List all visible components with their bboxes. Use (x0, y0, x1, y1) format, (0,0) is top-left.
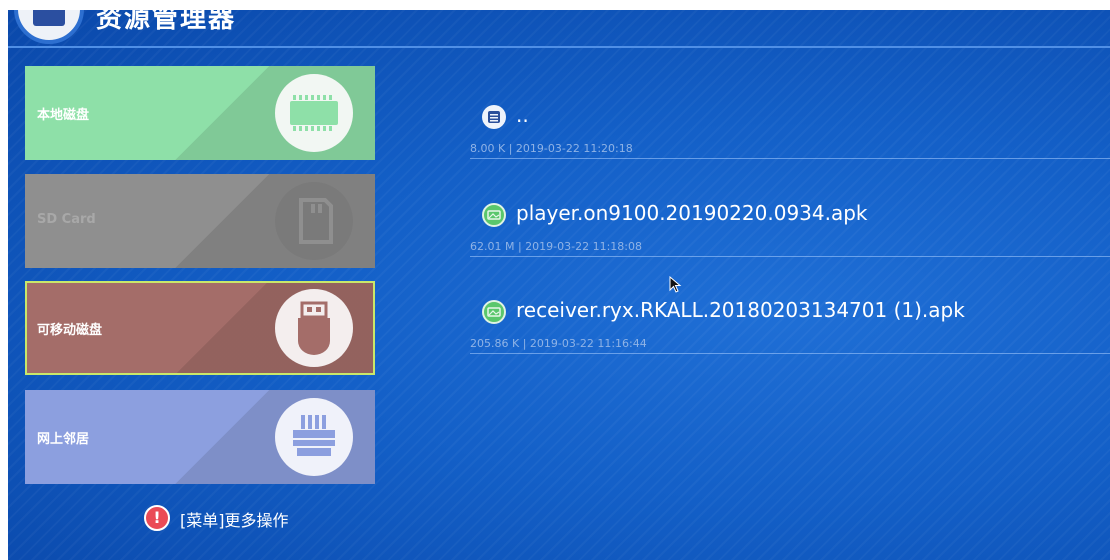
sidebar-item-sd-card[interactable]: SD Card (25, 174, 375, 268)
sidebar-item-label: 可移动磁盘 (37, 323, 103, 338)
sidebar-item-label: 网上邻居 (37, 432, 90, 447)
sidebar-item-label: SD Card (37, 212, 96, 227)
file-meta: 62.01 M | 2019-03-22 11:18:08 (470, 240, 643, 253)
row-divider (470, 353, 1110, 354)
network-adapter-icon (275, 398, 353, 476)
sidebar-item-label: 本地磁盘 (37, 108, 90, 123)
row-divider (470, 256, 1110, 257)
file-name: .. (516, 103, 529, 127)
header-bar: 资源管理器 (8, 10, 1110, 48)
folder-icon (482, 105, 506, 129)
sidebar-item-network[interactable]: 网上邻居 (25, 390, 375, 484)
sidebar-item-removable-disk[interactable]: 可移动磁盘 (25, 281, 375, 375)
file-manager-screen: 资源管理器 本地磁盘 SD Card 可移动磁盘 网上邻居 ! [菜单]更多操作… (8, 10, 1110, 560)
exclamation-icon: ! (144, 505, 170, 531)
usb-drive-icon (275, 289, 353, 367)
file-row-parent[interactable]: .. 8.00 K | 2019-03-22 11:20:18 (470, 103, 1110, 161)
app-logo-icon (14, 10, 84, 44)
memory-chip-icon (275, 74, 353, 152)
sd-card-icon (275, 182, 353, 260)
file-meta: 205.86 K | 2019-03-22 11:16:44 (470, 337, 647, 350)
file-meta: 8.00 K | 2019-03-22 11:20:18 (470, 142, 633, 155)
header-divider (8, 46, 1110, 48)
row-divider (470, 158, 1110, 159)
apk-icon (482, 300, 506, 324)
file-name: receiver.ryx.RKALL.20180203134701 (1).ap… (516, 298, 965, 322)
file-row[interactable]: player.on9100.20190220.0934.apk 62.01 M … (470, 201, 1110, 259)
sidebar-item-local-disk[interactable]: 本地磁盘 (25, 66, 375, 160)
file-row[interactable]: receiver.ryx.RKALL.20180203134701 (1).ap… (470, 298, 1110, 356)
mouse-cursor-icon (669, 276, 682, 293)
menu-hint-text: [菜单]更多操作 (180, 511, 289, 530)
apk-icon (482, 203, 506, 227)
file-name: player.on9100.20190220.0934.apk (516, 201, 868, 225)
app-title: 资源管理器 (96, 10, 237, 34)
